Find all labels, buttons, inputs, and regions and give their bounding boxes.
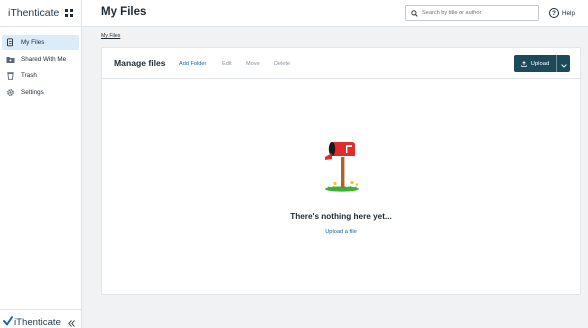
- delete-button[interactable]: Delete: [274, 61, 290, 67]
- brand-row: iThenticate: [0, 0, 82, 27]
- files-icon: [6, 38, 15, 47]
- breadcrumb[interactable]: My Files: [101, 33, 120, 39]
- help-icon: ?: [549, 8, 559, 18]
- mailbox-illustration: [322, 136, 362, 199]
- search-box[interactable]: [405, 5, 539, 21]
- sidebar-item-label: Settings: [21, 89, 44, 96]
- search-icon: [411, 9, 418, 17]
- sidebar-item-my-files[interactable]: My Files: [2, 35, 79, 50]
- sidebar-item-label: Shared With Me: [21, 56, 67, 63]
- sidebar-item-label: My Files: [21, 39, 45, 46]
- app-switcher-icon[interactable]: [65, 9, 73, 17]
- shared-folder-icon: [6, 55, 15, 64]
- sidebar-item-trash[interactable]: Trash: [2, 68, 79, 83]
- upload-icon: [520, 60, 527, 67]
- upload-options-button[interactable]: [556, 55, 570, 72]
- card-title: Manage files: [114, 58, 166, 68]
- upload-file-link[interactable]: Upload a file: [102, 229, 580, 235]
- footer-logo: iThenticate: [3, 313, 61, 328]
- app-brand: iThenticate: [8, 7, 60, 19]
- collapse-sidebar-icon[interactable]: [67, 315, 76, 328]
- search-input[interactable]: [422, 10, 532, 16]
- sidebar-item-shared-with-me[interactable]: Shared With Me: [2, 52, 79, 67]
- move-button[interactable]: Move: [246, 61, 260, 67]
- trash-icon: [6, 71, 15, 80]
- edit-button[interactable]: Edit: [222, 61, 232, 67]
- sidebar-item-settings[interactable]: Settings: [2, 85, 79, 100]
- sidebar: iThenticate My Files Shared With Me Tras…: [0, 0, 82, 328]
- empty-state-title: There's nothing here yet...: [290, 212, 392, 221]
- upload-button-group: Upload: [514, 55, 570, 72]
- add-folder-button[interactable]: Add Folder: [179, 61, 206, 67]
- help-label: Help: [562, 9, 575, 17]
- footer-brand: iThenticate: [14, 316, 61, 328]
- gear-icon: [6, 88, 15, 97]
- help-button[interactable]: ? Help: [549, 8, 575, 18]
- files-card: Manage files Add Folder Edit Move Delete…: [101, 47, 581, 295]
- card-header: Manage files Add Folder Edit Move Delete…: [102, 48, 580, 79]
- page-title: My Files: [101, 6, 147, 18]
- sidebar-footer: iThenticate: [0, 309, 82, 328]
- top-bar: My Files ? Help: [82, 0, 588, 27]
- upload-button[interactable]: Upload: [514, 55, 556, 72]
- chevron-down-icon: [560, 55, 567, 73]
- sidebar-item-label: Trash: [21, 72, 37, 79]
- checkmark-logo-icon: [3, 313, 13, 328]
- upload-label: Upload: [530, 60, 550, 67]
